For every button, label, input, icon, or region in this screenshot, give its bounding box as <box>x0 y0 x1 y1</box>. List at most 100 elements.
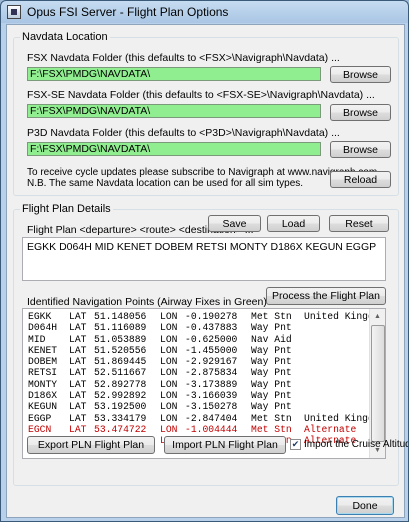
nav-list-scrollbar[interactable]: ▲ ▼ <box>369 309 385 458</box>
nav-point-lon: -1.455000 <box>185 344 238 356</box>
nav-point-lat-label: LAT <box>69 412 87 424</box>
p3d-navdata-field[interactable]: F:\FSX\PMDG\NAVDATA\ <box>27 142 321 156</box>
nav-point-type: Way Pnt <box>251 378 292 390</box>
nav-point-type: Way Pnt <box>251 344 292 356</box>
fsxse-browse-button[interactable]: Browse <box>330 104 391 121</box>
nav-points-label: Identified Navigation Points (Airway Fix… <box>27 296 279 308</box>
nav-point-lon-label: LON <box>160 344 178 356</box>
nav-point-lon-label: LON <box>160 322 178 334</box>
nav-point-lat-label: LAT <box>69 311 87 322</box>
fsx-browse-button[interactable]: Browse <box>330 66 391 83</box>
route-textarea[interactable]: EGKK D064H MID KENET DOBEM RETSI MONTY D… <box>22 237 386 281</box>
nav-point-type: Nav Aid <box>251 333 292 345</box>
nav-point-row[interactable]: EGCN LAT 53.474722 LON -1.004444 Met Stn Alter… <box>28 424 385 435</box>
nav-point-lat-label: LAT <box>69 367 87 379</box>
nav-point-row[interactable]: MID LAT 51.053889 LON -0.625000 Nav Aid <box>28 334 385 345</box>
nav-point-type: Way Pnt <box>251 356 292 368</box>
navigraph-info-text: To receive cycle updates please subscrib… <box>27 167 378 178</box>
nav-point-row[interactable]: MONTY LAT 52.892778 LON -3.173889 Way Pnt <box>28 379 385 390</box>
nav-point-id: MONTY <box>28 378 58 390</box>
nav-point-lat-label: LAT <box>69 333 87 345</box>
nav-point-lat: 52.511667 <box>94 367 147 379</box>
import-cruise-altitude-label[interactable]: Import the Cruise Altitude <box>304 439 408 450</box>
nav-point-type: Way Pnt <box>251 367 292 379</box>
nav-points-rows: EGKK LAT 51.148056 LON -0.190278 Met Stn Unite… <box>28 311 385 447</box>
nav-point-lat-label: LAT <box>69 322 87 334</box>
fsx-navdata-label: FSX Navdata Folder (this defaults to <FS… <box>27 52 340 64</box>
nav-point-lat-label: LAT <box>69 423 87 435</box>
nav-point-row[interactable]: D186X LAT 52.992892 LON -3.166039 Way Pnt <box>28 390 385 401</box>
done-button[interactable]: Done <box>336 496 394 515</box>
title-bar[interactable]: Opus FSI Server - Flight Plan Options <box>1 1 408 23</box>
export-pln-button[interactable]: Export PLN Flight Plan <box>27 436 155 454</box>
load-button[interactable]: Load <box>267 215 320 232</box>
nav-point-type: Met Stn <box>251 423 292 435</box>
nav-point-id: EGGP <box>28 412 52 424</box>
nav-point-id: DOBEM <box>28 356 58 368</box>
scroll-thumb[interactable] <box>371 325 385 442</box>
app-icon <box>7 5 21 19</box>
nav-point-id: RETSI <box>28 367 58 379</box>
dialog-client-area: Navdata Location FSX Navdata Folder (thi… <box>6 24 408 518</box>
nav-point-type: Way Pnt <box>251 401 292 413</box>
process-flight-plan-button[interactable]: Process the Flight Plan <box>266 287 386 305</box>
nav-point-lon-label: LON <box>160 333 178 345</box>
nav-point-id: EGCN <box>28 423 52 435</box>
nav-point-row[interactable]: EGGP LAT 53.334179 LON -2.847404 Met Stn Unite… <box>28 413 385 424</box>
nav-point-type: Met Stn <box>251 311 292 322</box>
nav-point-row[interactable]: KEGUN LAT 53.192500 LON -3.150278 Way Pnt <box>28 401 385 412</box>
nav-point-lat-label: LAT <box>69 356 87 368</box>
nav-point-lon-label: LON <box>160 412 178 424</box>
flight-plan-details-title: Flight Plan Details <box>20 203 113 215</box>
import-cruise-altitude-checkbox[interactable]: ✔ <box>290 439 301 450</box>
nav-point-lon: -3.173889 <box>185 378 238 390</box>
nav-point-lon: -3.166039 <box>185 390 238 402</box>
nav-point-lon: -2.847404 <box>185 412 238 424</box>
nav-point-lon: -0.625000 <box>185 333 238 345</box>
nav-point-row[interactable]: EGKK LAT 51.148056 LON -0.190278 Met Stn Unite… <box>28 311 385 322</box>
nav-point-type: Met Stn <box>251 412 292 424</box>
nav-point-row[interactable]: D064H LAT 51.116089 LON -0.437883 Way Pnt <box>28 322 385 333</box>
navdata-location-title: Navdata Location <box>20 31 110 43</box>
nav-point-lat-label: LAT <box>69 344 87 356</box>
nav-point-row[interactable]: RETSI LAT 52.511667 LON -2.875834 Way Pnt <box>28 367 385 378</box>
nav-point-lat: 51.148056 <box>94 311 147 322</box>
p3d-browse-button[interactable]: Browse <box>330 141 391 158</box>
route-text: EGKK D064H MID KENET DOBEM RETSI MONTY D… <box>27 241 377 253</box>
nav-point-lon: -2.875834 <box>185 367 238 379</box>
nav-point-lat: 51.520556 <box>94 344 147 356</box>
nav-point-id: D064H <box>28 322 58 334</box>
nav-point-lon-label: LON <box>160 356 178 368</box>
nav-point-note: Alternate <box>304 423 357 435</box>
p3d-navdata-label: P3D Navdata Folder (this defaults to <P3… <box>27 127 340 139</box>
nav-point-row[interactable]: DOBEM LAT 51.869445 LON -2.929167 Way Pnt <box>28 356 385 367</box>
nav-point-lat-label: LAT <box>69 378 87 390</box>
import-pln-button[interactable]: Import PLN Flight Plan <box>164 436 286 454</box>
nav-point-lon-label: LON <box>160 423 178 435</box>
fsx-navdata-field[interactable]: F:\FSX\PMDG\NAVDATA\ <box>27 67 321 81</box>
nav-point-lat: 51.869445 <box>94 356 147 368</box>
save-button[interactable]: Save <box>208 215 261 232</box>
nav-point-id: KENET <box>28 344 58 356</box>
fsxse-navdata-field[interactable]: F:\FSX\PMDG\NAVDATA\ <box>27 104 321 118</box>
nav-point-id: EGKK <box>28 311 52 322</box>
nav-point-lat: 52.892778 <box>94 378 147 390</box>
nav-point-id: D186X <box>28 390 58 402</box>
nav-point-lon-label: LON <box>160 367 178 379</box>
nav-point-lat: 53.334179 <box>94 412 147 424</box>
nav-point-lat: 51.116089 <box>94 322 147 334</box>
nav-point-id: KEGUN <box>28 401 58 413</box>
reset-button[interactable]: Reset <box>329 215 389 232</box>
nav-point-row[interactable]: KENET LAT 51.520556 LON -1.455000 Way Pnt <box>28 345 385 356</box>
nav-point-lat-label: LAT <box>69 401 87 413</box>
nav-point-type: Way Pnt <box>251 390 292 402</box>
nav-point-lat: 51.053889 <box>94 333 147 345</box>
flight-plan-options-window: Opus FSI Server - Flight Plan Options Na… <box>0 0 409 522</box>
nav-point-lon-label: LON <box>160 401 178 413</box>
nav-point-lon: -1.004444 <box>185 423 238 435</box>
scroll-up-icon[interactable]: ▲ <box>370 309 385 324</box>
nav-point-lat: 52.992892 <box>94 390 147 402</box>
nav-point-lon: -0.190278 <box>185 311 238 322</box>
reload-button[interactable]: Reload <box>330 171 391 188</box>
fsxse-navdata-label: FSX-SE Navdata Folder (this defaults to … <box>27 89 375 101</box>
